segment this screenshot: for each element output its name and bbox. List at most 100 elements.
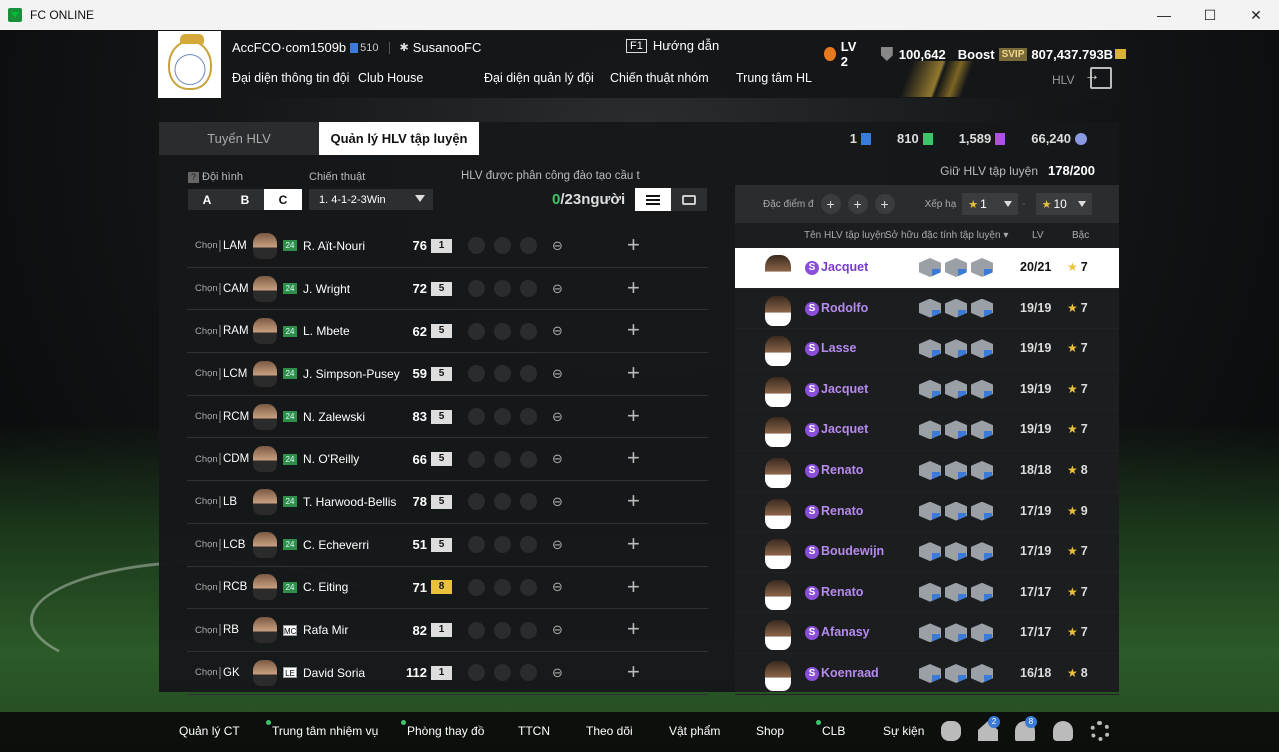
table-row[interactable]: Chọn RB MC Rafa Mir 82 1 ⊖ + bbox=[187, 609, 708, 652]
add-coach-button[interactable]: + bbox=[627, 575, 640, 598]
add-coach-button[interactable]: + bbox=[627, 660, 640, 683]
coach-row[interactable]: S Renato 17/17 ★ 7 bbox=[735, 573, 1119, 614]
add-trait-filter-1[interactable]: + bbox=[820, 194, 841, 214]
coach-row[interactable]: S Rodolfo 19/19 ★ 7 bbox=[735, 289, 1119, 330]
empty-slot[interactable] bbox=[468, 322, 485, 340]
nav-mission-center[interactable]: Trung tâm nhiệm vụ bbox=[266, 720, 378, 738]
coach-row[interactable]: S Renato 18/18 ★ 8 bbox=[735, 451, 1119, 492]
empty-slot[interactable] bbox=[468, 621, 485, 639]
empty-slot[interactable] bbox=[494, 237, 511, 255]
link-icon[interactable]: ⊖ bbox=[552, 238, 563, 254]
empty-slot[interactable] bbox=[468, 536, 485, 554]
empty-slot[interactable] bbox=[520, 664, 537, 682]
add-coach-button[interactable]: + bbox=[627, 234, 640, 256]
table-row[interactable]: Chọn CDM 24 N. O'Reilly 66 5 ⊖ + bbox=[187, 438, 708, 482]
empty-slot[interactable] bbox=[494, 408, 511, 426]
empty-slot[interactable] bbox=[520, 365, 537, 383]
table-row[interactable]: Chọn RAM 24 L. Mbete 62 5 ⊖ + bbox=[187, 310, 708, 354]
empty-slot[interactable] bbox=[520, 578, 537, 596]
exit-icon[interactable] bbox=[1084, 67, 1112, 89]
empty-slot[interactable] bbox=[494, 578, 511, 596]
nav-locker-room[interactable]: Phòng thay đồ bbox=[401, 720, 484, 738]
empty-slot[interactable] bbox=[494, 493, 511, 511]
empty-slot[interactable] bbox=[468, 237, 485, 255]
nav-team-manager[interactable]: Đại diện quản lý đội bbox=[484, 71, 610, 85]
tactic-select[interactable]: 1. 4-1-2-3Win bbox=[309, 189, 433, 210]
empty-slot[interactable] bbox=[468, 493, 485, 511]
empty-slot[interactable] bbox=[494, 536, 511, 554]
nav-follow[interactable]: Theo dõi bbox=[586, 724, 633, 738]
link-icon[interactable]: ⊖ bbox=[552, 451, 563, 467]
empty-slot[interactable] bbox=[520, 280, 537, 298]
coach-row[interactable]: S Jacquet 19/19 ★ 7 bbox=[735, 410, 1119, 451]
gear-icon[interactable] bbox=[1090, 721, 1110, 741]
add-trait-filter-3[interactable]: + bbox=[874, 194, 895, 214]
add-trait-filter-2[interactable]: + bbox=[847, 194, 868, 214]
link-icon[interactable]: ⊖ bbox=[552, 409, 563, 425]
coach-row[interactable]: S Lasse 19/19 ★ 7 bbox=[735, 329, 1119, 370]
link-icon[interactable]: ⊖ bbox=[552, 622, 563, 638]
link-icon[interactable]: ⊖ bbox=[552, 579, 563, 595]
col-lv[interactable]: LV bbox=[1032, 230, 1044, 241]
nav-club-house[interactable]: Club House bbox=[358, 71, 484, 85]
empty-slot[interactable] bbox=[494, 280, 511, 298]
coach-row[interactable]: S Koenraad 16/18 ★ 8 bbox=[735, 654, 1119, 695]
formation-c-button[interactable]: C bbox=[264, 189, 302, 210]
empty-slot[interactable] bbox=[468, 450, 485, 468]
nav-ttcn[interactable]: TTCN bbox=[518, 724, 550, 738]
nav-squad-management[interactable]: Quản lý CT bbox=[179, 724, 240, 738]
empty-slot[interactable] bbox=[468, 365, 485, 383]
coach-row[interactable]: S Boudewijn 17/19 ★ 7 bbox=[735, 532, 1119, 573]
empty-slot[interactable] bbox=[468, 408, 485, 426]
add-coach-button[interactable]: + bbox=[627, 618, 640, 640]
empty-slot[interactable] bbox=[468, 664, 485, 682]
rank-to-select[interactable]: ★ 10 bbox=[1035, 193, 1092, 215]
empty-slot[interactable] bbox=[468, 280, 485, 298]
list-view-button[interactable] bbox=[635, 188, 671, 211]
chat-icon[interactable] bbox=[941, 721, 961, 741]
link-icon[interactable]: ⊖ bbox=[552, 665, 563, 681]
link-icon[interactable]: ⊖ bbox=[552, 494, 563, 510]
link-icon[interactable]: ⊖ bbox=[552, 281, 563, 297]
club-crest[interactable] bbox=[158, 31, 221, 98]
empty-slot[interactable] bbox=[520, 237, 537, 255]
minimize-button[interactable]: — bbox=[1141, 0, 1187, 30]
table-row[interactable]: Chọn LCM 24 J. Simpson-Pusey 59 5 ⊖ + bbox=[187, 353, 708, 396]
link-icon[interactable]: ⊖ bbox=[552, 323, 563, 339]
col-coach-name[interactable]: Tên HLV tập luyện bbox=[804, 230, 886, 241]
empty-slot[interactable] bbox=[494, 621, 511, 639]
formation-a-button[interactable]: A bbox=[188, 189, 226, 210]
empty-slot[interactable] bbox=[494, 365, 511, 383]
nav-group-tactics[interactable]: Chiến thuật nhóm bbox=[610, 71, 736, 85]
empty-slot[interactable] bbox=[520, 450, 537, 468]
table-row[interactable]: Chọn LB 24 T. Harwood-Bellis 78 5 ⊖ + bbox=[187, 481, 708, 524]
empty-slot[interactable] bbox=[520, 493, 537, 511]
maximize-button[interactable]: ☐ bbox=[1187, 0, 1233, 30]
nav-training-center[interactable]: Trung tâm HL bbox=[736, 71, 812, 85]
table-row[interactable]: Chọn LCB 24 C. Echeverri 51 5 ⊖ + bbox=[187, 524, 708, 567]
formation-b-button[interactable]: B bbox=[226, 189, 264, 210]
coach-row[interactable]: S Afanasy 17/17 ★ 7 bbox=[735, 613, 1119, 654]
add-coach-button[interactable]: + bbox=[627, 362, 640, 384]
table-row[interactable]: Chọn RCB 24 C. Eiting 71 8 ⊖ + bbox=[187, 567, 708, 610]
table-row[interactable]: Chọn CAM 24 J. Wright 72 5 ⊖ + bbox=[187, 268, 708, 311]
col-traits[interactable]: Sở hữu đặc tính tập luyện ▾ bbox=[885, 230, 1008, 241]
nav-club[interactable]: CLB bbox=[816, 720, 845, 738]
table-row[interactable]: Chọn RCM 24 N. Zalewski 83 5 ⊖ + bbox=[187, 396, 708, 439]
nav-team-info[interactable]: Đại diện thông tin đội bbox=[232, 71, 358, 85]
nav-events[interactable]: Sự kiện bbox=[883, 724, 924, 738]
tab-manage-training-coach[interactable]: Quản lý HLV tập luyện bbox=[319, 122, 479, 155]
empty-slot[interactable] bbox=[520, 408, 537, 426]
add-coach-button[interactable]: + bbox=[627, 532, 640, 555]
add-coach-button[interactable]: + bbox=[627, 490, 640, 512]
empty-slot[interactable] bbox=[494, 322, 511, 340]
link-icon[interactable]: ⊖ bbox=[552, 537, 563, 553]
coach-row[interactable]: S Renato 17/19 ★ 9 bbox=[735, 492, 1119, 533]
nav-items[interactable]: Vật phẩm bbox=[669, 724, 720, 738]
tab-recruit-coach[interactable]: Tuyển HLV bbox=[159, 122, 319, 155]
nav-shop[interactable]: Shop bbox=[756, 724, 784, 738]
table-row[interactable]: Chọn LAM 24 R. Aït-Nouri 76 1 ⊖ + bbox=[187, 225, 708, 268]
add-coach-button[interactable]: + bbox=[627, 319, 640, 341]
link-icon[interactable]: ⊖ bbox=[552, 366, 563, 382]
close-button[interactable]: ✕ bbox=[1233, 0, 1279, 30]
